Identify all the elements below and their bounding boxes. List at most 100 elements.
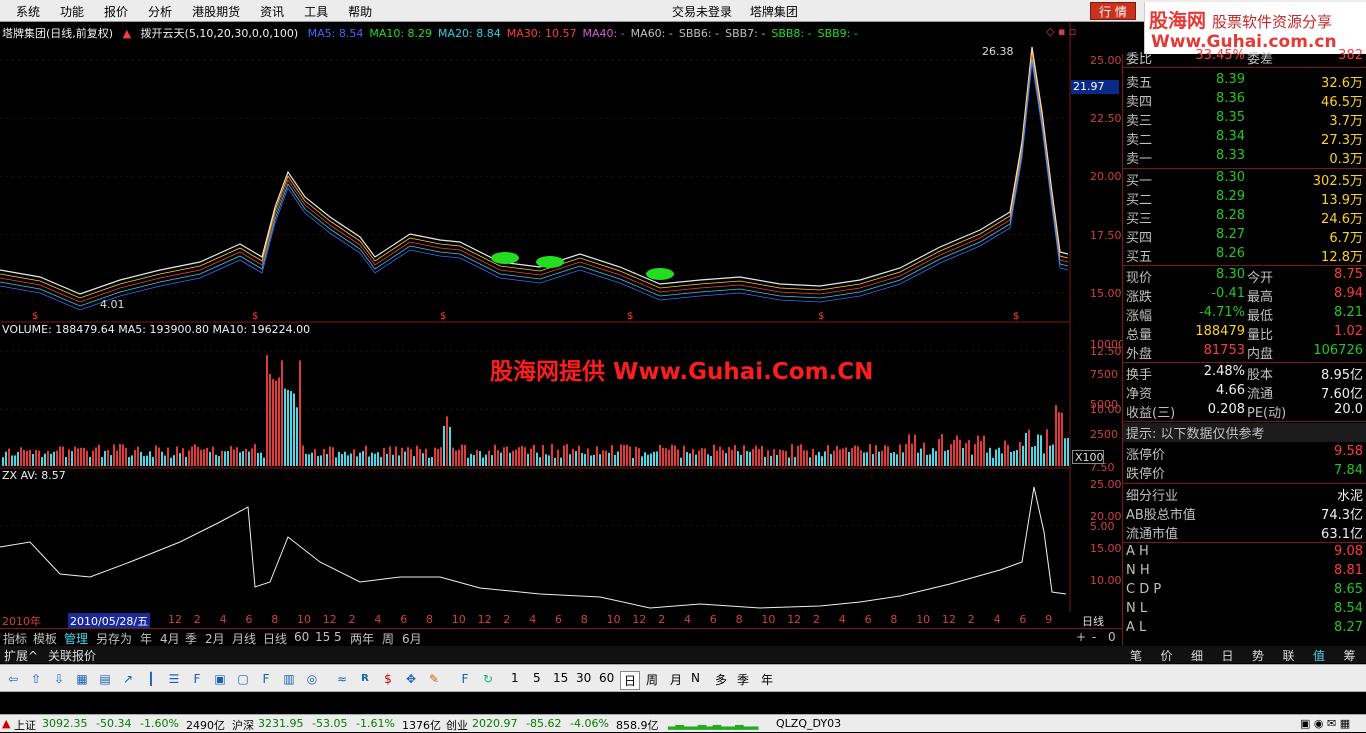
period-tab[interactable]: 4月 [160, 630, 180, 647]
f5-icon[interactable]: F [456, 670, 474, 688]
f12-icon[interactable]: F [257, 670, 275, 688]
buy-level-row[interactable]: 买一 8.30 302.5万 [1123, 170, 1366, 189]
hs-index-value[interactable]: 3231.95 [258, 717, 304, 730]
grid-icon[interactable]: ▦ [73, 670, 91, 688]
zoom-tab[interactable]: 0 [1108, 630, 1116, 644]
right-tab[interactable]: 细 [1191, 647, 1203, 664]
sell-level-row[interactable]: 卖五 8.39 32.6万 [1123, 72, 1366, 91]
menu-item-system[interactable]: 系统 [6, 3, 50, 20]
table-icon[interactable]: ▤ [96, 670, 114, 688]
zoom-tab[interactable]: - [1092, 630, 1096, 644]
period-tab[interactable]: 指标 [3, 630, 27, 647]
period-button[interactable]: N [688, 671, 703, 685]
limit-row[interactable]: 跌停价 7.84 [1123, 463, 1366, 482]
period-button[interactable]: 月 [667, 671, 685, 688]
period-tab[interactable]: 管理 [64, 630, 88, 647]
list-icon[interactable]: ☰ [165, 670, 183, 688]
right-tab[interactable]: 值 [1313, 647, 1325, 664]
period-button[interactable]: 季 [734, 671, 752, 688]
refresh-icon[interactable]: ↻ [479, 670, 497, 688]
level-row[interactable]: N L 8.54 [1123, 601, 1366, 620]
level-row[interactable]: A H 9.08 [1123, 544, 1366, 563]
period-tab[interactable]: 2月 [205, 630, 225, 647]
fundamental-row[interactable]: 净资 4.66 流通 7.60亿 [1123, 383, 1366, 402]
menu-item-news[interactable]: 资讯 [250, 3, 294, 20]
right-tab[interactable]: 日 [1222, 647, 1234, 664]
period-tab[interactable]: 日线 [263, 630, 287, 647]
menu-item-quote[interactable]: 报价 [94, 3, 138, 20]
report-icon[interactable]: ▣ [211, 670, 229, 688]
menu-item-function[interactable]: 功能 [50, 3, 94, 20]
related-quote-tab[interactable]: 关联报价 [48, 647, 96, 664]
stat-row[interactable]: 涨幅 -4.71% 最低 8.21 [1123, 305, 1366, 324]
sell-level-row[interactable]: 卖三 8.35 3.7万 [1123, 110, 1366, 129]
dollar-icon[interactable]: $ [379, 670, 397, 688]
chart-area[interactable]: $ $ $ $ $ $ 塔牌集团(日线,前复权) ▲ 拨开云天(5,10,20,30,0,… [0, 22, 1125, 630]
period-tab[interactable]: 60 [294, 630, 309, 644]
fundamental-row[interactable]: 收益(三) 0.208 PE(动) 20.0 [1123, 402, 1366, 421]
right-tab[interactable]: 笔 [1130, 647, 1142, 664]
panel-toggle-icons[interactable]: ◇ ▪ ▫ [1046, 25, 1076, 38]
period-tab[interactable]: 另存为 [96, 630, 132, 647]
calendar-icon[interactable]: ▥ [280, 670, 298, 688]
doc-icon[interactable]: ▢ [234, 670, 252, 688]
right-tab[interactable]: 联 [1283, 647, 1295, 664]
level-row[interactable]: C D P 8.65 [1123, 582, 1366, 601]
right-tab[interactable]: 势 [1252, 647, 1264, 664]
period-tab[interactable]: 两年 [350, 630, 374, 647]
circle-icon[interactable]: ◎ [303, 670, 321, 688]
menu-item-help[interactable]: 帮助 [338, 3, 382, 20]
period-button[interactable]: 1 [508, 671, 522, 685]
fundamental-row[interactable]: 换手 2.48% 股本 8.95亿 [1123, 364, 1366, 383]
period-tab[interactable]: 15 [315, 630, 330, 644]
period-tab[interactable]: 年 [140, 630, 152, 647]
weibi-row[interactable]: 委比 33.45% 委差 382 [1123, 48, 1366, 67]
level-row[interactable]: N H 8.81 [1123, 563, 1366, 582]
move-icon[interactable]: ✥ [402, 670, 420, 688]
menu-item-analysis[interactable]: 分析 [138, 3, 182, 20]
arrow-up-icon[interactable]: ⇧ [27, 670, 45, 688]
zoom-tab[interactable]: + [1076, 630, 1086, 644]
f10-icon[interactable]: F [188, 670, 206, 688]
arrow-left-icon[interactable]: ⇦ [4, 670, 22, 688]
arrow-down-icon[interactable]: ⇩ [50, 670, 68, 688]
line-chart-icon[interactable]: ↗ [119, 670, 137, 688]
period-button[interactable]: 年 [758, 671, 776, 688]
buy-level-row[interactable]: 买二 8.29 13.9万 [1123, 189, 1366, 208]
period-button[interactable]: 多 [712, 671, 730, 688]
sell-level-row[interactable]: 卖四 8.36 46.5万 [1123, 91, 1366, 110]
pencil-icon[interactable]: ✎ [425, 670, 443, 688]
limit-row[interactable]: 涨停价 9.58 [1123, 444, 1366, 463]
wave-icon[interactable]: ≈ [333, 670, 351, 688]
period-button[interactable]: 30 [573, 671, 594, 685]
menu-item-tools[interactable]: 工具 [294, 3, 338, 20]
stat-row[interactable]: 现价 8.30 今开 8.75 [1123, 267, 1366, 286]
candle-icon[interactable]: ┃ [142, 670, 160, 688]
period-tab[interactable]: 6月 [402, 630, 422, 647]
cy-index-value[interactable]: 2020.97 [472, 717, 518, 730]
expand-tab[interactable]: 扩展^ [4, 647, 38, 664]
indicator-name[interactable]: 拨开云天(5,10,20,30,0,0,100) [141, 27, 299, 40]
sell-level-row[interactable]: 卖一 8.33 0.3万 [1123, 148, 1366, 167]
buy-level-row[interactable]: 买五 8.26 12.8万 [1123, 246, 1366, 265]
buy-level-row[interactable]: 买四 8.27 6.7万 [1123, 227, 1366, 246]
level-row[interactable]: A L 8.27 [1123, 620, 1366, 639]
right-tab[interactable]: 筹 [1344, 647, 1356, 664]
industry-row[interactable]: 细分行业 水泥 [1123, 485, 1366, 504]
right-tab[interactable]: 价 [1161, 647, 1173, 664]
tray-icons[interactable]: ▣ ◉ ✉ ▦ [1300, 717, 1350, 730]
period-tab[interactable]: 5 [334, 630, 342, 644]
industry-row[interactable]: 流通市值 63.1亿 [1123, 523, 1366, 542]
sell-level-row[interactable]: 卖二 8.34 27.3万 [1123, 129, 1366, 148]
period-tab[interactable]: 模板 [33, 630, 57, 647]
period-tab[interactable]: 季 [185, 630, 197, 647]
rsi-icon[interactable]: R [356, 670, 374, 688]
period-tab[interactable]: 月线 [232, 630, 256, 647]
buy-level-row[interactable]: 买三 8.28 24.6万 [1123, 208, 1366, 227]
menu-item-hk-futures[interactable]: 港股期货 [182, 3, 250, 20]
period-button[interactable]: 15 [550, 671, 571, 685]
quote-button[interactable]: 行 情 [1090, 2, 1136, 20]
period-button[interactable]: 周 [643, 671, 661, 688]
stat-row[interactable]: 外盘 81753 内盘 106726 [1123, 343, 1366, 362]
stat-row[interactable]: 涨跌 -0.41 最高 8.94 [1123, 286, 1366, 305]
